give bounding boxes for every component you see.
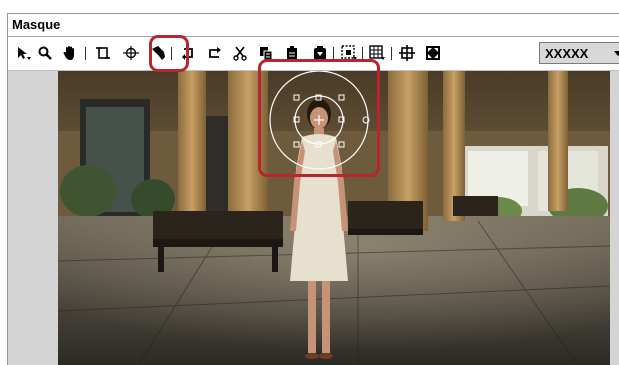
delete-icon[interactable] (310, 43, 330, 63)
zoom-select[interactable]: XXXXX (539, 42, 619, 64)
fit-selection-icon[interactable] (339, 43, 359, 63)
toolbar: XXXXX (8, 37, 619, 71)
preview-canvas[interactable] (58, 71, 610, 365)
center-icon[interactable] (397, 43, 417, 63)
magnifier-icon[interactable] (35, 43, 55, 63)
mask-window: Masque XXXXX (7, 13, 619, 365)
pen-icon[interactable] (148, 43, 168, 63)
toolbar-separator (391, 47, 392, 60)
grid-icon[interactable] (367, 43, 387, 63)
undo-icon[interactable] (178, 43, 198, 63)
hand-icon[interactable] (60, 43, 80, 63)
toolbar-separator (171, 47, 172, 60)
fullscreen-icon[interactable] (423, 43, 443, 63)
arrow-pointer-icon[interactable] (13, 43, 33, 63)
toolbar-separator (362, 47, 363, 60)
copy-icon[interactable] (256, 43, 276, 63)
clipboard-icon[interactable] (282, 43, 302, 63)
scissors-icon[interactable] (230, 43, 250, 63)
title-bar: Masque (8, 14, 619, 37)
preview-image (58, 71, 610, 365)
zoom-select-value: XXXXX (545, 46, 589, 61)
ellipse-crosshair-icon[interactable] (121, 43, 141, 63)
window-title: Masque (12, 17, 61, 32)
toolbar-separator (333, 47, 334, 60)
toolbar-separator (85, 47, 86, 60)
chevron-down-icon (614, 51, 619, 56)
redo-icon[interactable] (204, 43, 224, 63)
rectangle-shape-icon[interactable] (93, 43, 113, 63)
